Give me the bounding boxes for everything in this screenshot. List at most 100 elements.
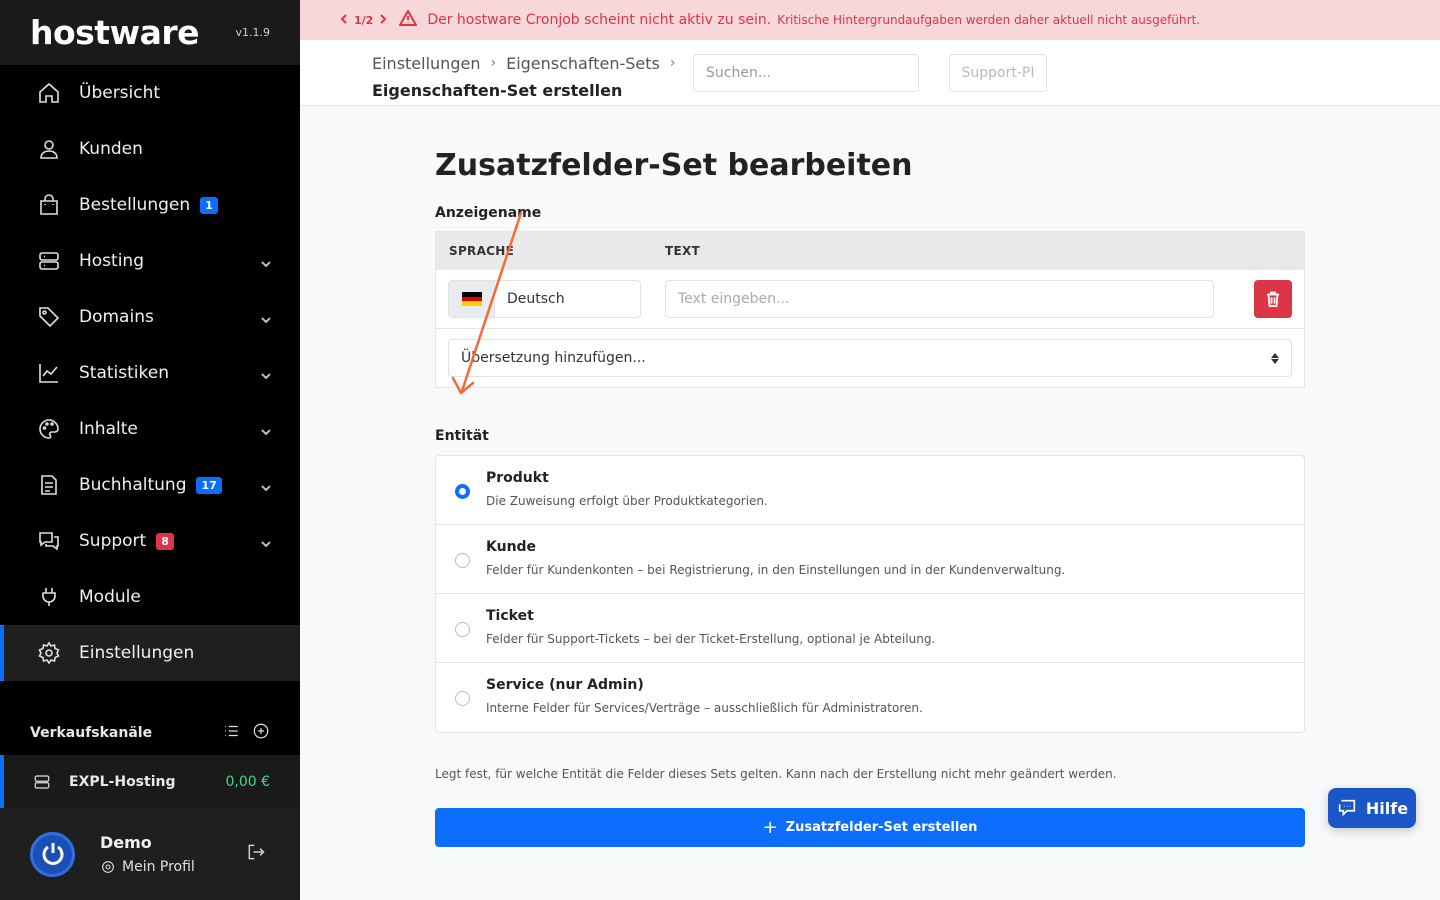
my-profile-label: Mein Profil	[122, 859, 195, 875]
chat-help-icon	[1338, 799, 1356, 817]
chevron-left-icon[interactable]	[340, 13, 348, 27]
sidebar-item-inhalte[interactable]: Inhalte	[0, 401, 300, 457]
gear-icon	[102, 861, 114, 873]
trash-icon	[1267, 291, 1279, 307]
plug-icon	[36, 584, 62, 610]
warning-triangle-icon	[398, 8, 419, 30]
sidebar-item-module[interactable]: Module	[0, 569, 300, 625]
sidebar-item-uebersicht[interactable]: Übersicht	[0, 65, 300, 121]
entity-radio-group: Produkt Die Zuweisung erfolgt über Produ…	[435, 455, 1305, 733]
support-count-badge: 8	[156, 532, 174, 550]
display-name-label: Anzeigename	[435, 205, 542, 221]
select-arrows-icon	[1271, 352, 1279, 364]
sidebar-item-statistiken[interactable]: Statistiken	[0, 345, 300, 401]
entity-title: Produkt	[486, 470, 549, 486]
sidebar-item-label: Kunden	[79, 139, 143, 159]
flag-de-icon	[449, 281, 495, 317]
add-translation-select[interactable]: Übersetzung hinzufügen...	[448, 339, 1292, 377]
language-name: Deutsch	[507, 291, 565, 307]
gear-icon	[36, 640, 62, 666]
sidebar-item-label: Inhalte	[79, 419, 138, 439]
sidebar-item-support[interactable]: Support 8	[0, 513, 300, 569]
chevron-down-icon	[260, 311, 272, 324]
support-pin-button[interactable]: Support-PI	[949, 54, 1047, 92]
app-logo[interactable]: hostware	[30, 16, 200, 49]
entity-label: Entität	[435, 428, 489, 444]
alert-detail: Kritische Hintergrundaufgaben werden dah…	[777, 13, 1201, 27]
app-version: v1.1.9	[235, 26, 271, 39]
create-button-label: Zusatzfelder-Set erstellen	[785, 820, 978, 835]
server-icon	[34, 774, 50, 789]
entity-title: Kunde	[486, 539, 537, 555]
entity-option-produkt[interactable]: Produkt Die Zuweisung erfolgt über Produ…	[436, 456, 1304, 525]
alert-pager-count: 1/2	[354, 13, 374, 27]
shopping-bag-icon	[36, 192, 62, 218]
sales-channel-item[interactable]: EXPL-Hosting 0,00 €	[0, 755, 300, 808]
entity-option-ticket[interactable]: Ticket Felder für Support-Tickets – bei …	[436, 594, 1304, 663]
sidebar-item-kunden[interactable]: Kunden	[0, 121, 300, 177]
sidebar-item-label: Domains	[79, 307, 154, 327]
power-icon	[42, 843, 63, 865]
chart-line-icon	[36, 360, 62, 386]
radio-service[interactable]	[455, 691, 470, 706]
sidebar-item-label: Module	[79, 587, 141, 607]
main-content: Zusatzfelder-Set bearbeiten Anzeigename …	[435, 106, 1305, 847]
entity-option-service[interactable]: Service (nur Admin) Interne Felder für S…	[436, 663, 1304, 732]
sales-channel-amount: 0,00 €	[225, 773, 270, 790]
my-profile-link[interactable]: Mein Profil	[100, 859, 195, 875]
sidebar-item-hosting[interactable]: Hosting	[0, 233, 300, 289]
sales-channels-title: Verkaufskanäle	[30, 725, 153, 741]
list-icon[interactable]	[222, 722, 240, 744]
create-button[interactable]: + Zusatzfelder-Set erstellen	[435, 808, 1305, 847]
chevron-down-icon	[260, 423, 272, 436]
logout-icon[interactable]	[246, 842, 266, 866]
breadcrumb-eigenschaften-sets[interactable]: Eigenschaften-Sets	[506, 50, 660, 77]
sidebar-item-label: Support	[79, 531, 147, 551]
search-input[interactable]: Suchen...	[693, 54, 919, 92]
column-header-language: SPRACHE	[449, 244, 515, 258]
chevron-right-icon[interactable]	[379, 13, 387, 27]
chat-bubbles-icon	[36, 528, 62, 554]
column-header-text: TEXT	[665, 244, 701, 258]
user-icon	[36, 136, 62, 162]
accounting-count-badge: 17	[196, 476, 222, 494]
sidebar-item-label: Übersicht	[79, 83, 161, 103]
alert-pager: 1/2	[340, 14, 387, 27]
radio-kunde[interactable]	[455, 553, 470, 568]
avatar[interactable]	[30, 831, 75, 877]
chevron-down-icon	[260, 535, 272, 548]
orders-count-badge: 1	[200, 196, 218, 214]
sidebar: hostware v1.1.9 Übersicht Kunden Bestell…	[0, 0, 300, 900]
sidebar-item-label: Einstellungen	[79, 643, 195, 663]
radio-ticket[interactable]	[455, 622, 470, 637]
table-header: SPRACHE TEXT	[436, 232, 1304, 270]
breadcrumb: Einstellungen › Eigenschaften-Sets › Eig…	[372, 50, 675, 104]
sidebar-item-bestellungen[interactable]: Bestellungen 1	[0, 177, 300, 233]
language-selector[interactable]: Deutsch	[448, 280, 641, 318]
chevron-down-icon	[260, 255, 272, 268]
sidebar-item-label: Bestellungen	[79, 195, 191, 215]
entity-description: Felder für Support-Tickets – bei der Tic…	[486, 632, 936, 646]
sidebar-item-domains[interactable]: Domains	[0, 289, 300, 345]
entity-description: Interne Felder für Services/Verträge – a…	[486, 701, 923, 715]
entity-description: Die Zuweisung erfolgt über Produktkatego…	[486, 494, 768, 508]
chevron-down-icon	[260, 479, 272, 492]
entity-option-kunde[interactable]: Kunde Felder für Kundenkonten – bei Regi…	[436, 525, 1304, 594]
breadcrumb-einstellungen[interactable]: Einstellungen	[372, 50, 480, 77]
add-circle-icon[interactable]	[252, 722, 270, 744]
text-input[interactable]: Text eingeben...	[665, 280, 1214, 318]
help-button[interactable]: Hilfe	[1328, 788, 1416, 828]
entity-help-text: Legt fest, für welche Entität die Felder…	[435, 767, 1117, 781]
radio-produkt[interactable]	[455, 484, 470, 499]
sidebar-item-buchhaltung[interactable]: Buchhaltung 17	[0, 457, 300, 513]
server-icon	[36, 248, 62, 274]
sidebar-item-einstellungen[interactable]: Einstellungen	[0, 625, 300, 681]
add-translation-label: Übersetzung hinzufügen...	[461, 350, 646, 366]
help-button-label: Hilfe	[1365, 798, 1409, 818]
breadcrumb-current: Eigenschaften-Set erstellen	[372, 81, 623, 100]
sidebar-nav: Übersicht Kunden Bestellungen 1 Hosting …	[0, 65, 300, 681]
delete-button[interactable]	[1254, 280, 1292, 318]
entity-description: Felder für Kundenkonten – bei Registrier…	[486, 563, 1066, 577]
tag-icon	[36, 304, 62, 330]
sidebar-item-label: Hosting	[79, 251, 144, 271]
